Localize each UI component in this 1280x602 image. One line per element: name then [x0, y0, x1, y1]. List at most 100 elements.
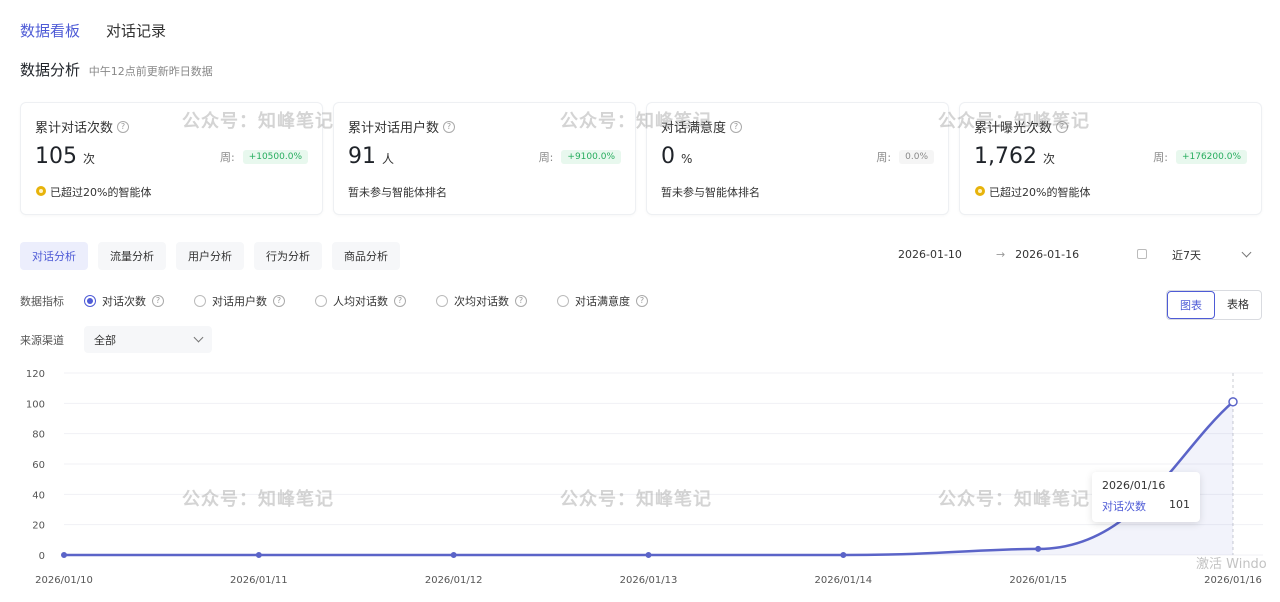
stat-card-satisfaction: 对话满意度? 0% 周: 0.0% 暂未参与智能体排名 [646, 102, 949, 215]
metric-option-users[interactable]: 对话用户数? [194, 293, 285, 309]
subtab-traffic[interactable]: 流量分析 [98, 242, 166, 270]
medal-icon [35, 186, 47, 198]
card-title: 累计对话次数 [35, 121, 114, 136]
conversation-chart: 020406080100120 2026/01/10 2026/01/11 2026… [26, 369, 1263, 586]
subtab-behavior[interactable]: 行为分析 [254, 242, 322, 270]
week-label: 周: [1153, 151, 1168, 164]
source-filter: 来源渠道 全部 [20, 326, 212, 353]
radio-icon[interactable] [194, 295, 206, 307]
tooltip-series-name: 对话次数 [1102, 500, 1146, 513]
range-arrow-icon: → [995, 248, 1006, 261]
data-point[interactable] [1228, 397, 1238, 407]
x-tick-label: 2026/01/12 [425, 575, 483, 586]
date-start[interactable]: 2026-01-10 [898, 248, 962, 261]
radio-selected-icon[interactable] [84, 295, 96, 307]
week-label: 周: [538, 151, 554, 164]
medal-icon [974, 186, 986, 198]
help-icon[interactable]: ? [117, 120, 130, 133]
metric-selector: 数据指标 对话次数? 对话用户数? 人均对话数? 次均对话数? 对话满意度? [20, 293, 678, 309]
help-icon[interactable]: ? [443, 120, 456, 133]
tab-dashboard[interactable]: 数据看板 [20, 20, 80, 47]
y-tick-label: 60 [32, 460, 45, 471]
y-tick-label: 40 [32, 490, 45, 501]
help-icon[interactable]: ? [273, 295, 285, 307]
card-title: 对话满意度 [661, 121, 727, 136]
chevron-down-icon [1241, 247, 1252, 258]
radio-icon[interactable] [557, 295, 569, 307]
stat-card-users: 累计对话用户数? 91 人 周: +9100.0% 暂未参与智能体排名 [333, 102, 636, 215]
card-unit: 次 [83, 152, 96, 166]
tooltip-value: 101 [1169, 498, 1190, 511]
section-title: 数据分析 中午12点前更新昨日数据 [20, 59, 213, 80]
view-table-button[interactable]: 表格 [1215, 291, 1261, 319]
subtab-conversation[interactable]: 对话分析 [20, 242, 88, 270]
section-title-text: 数据分析 [20, 61, 81, 79]
help-icon[interactable]: ? [730, 120, 743, 133]
card-title: 累计曝光次数 [974, 121, 1053, 136]
week-change-badge: +10500.0% [242, 150, 308, 164]
metric-option-label: 对话用户数 [212, 295, 267, 308]
period-select[interactable]: 近7天 [1160, 241, 1262, 268]
view-chart-button[interactable]: 图表 [1167, 291, 1215, 319]
help-icon[interactable]: ? [152, 295, 164, 307]
data-point[interactable] [645, 552, 652, 558]
metric-option-satisfaction[interactable]: 对话满意度? [557, 293, 648, 309]
metric-option-per-user[interactable]: 人均对话数? [315, 293, 406, 309]
metric-option-label: 对话满意度 [575, 295, 630, 308]
source-select[interactable]: 全部 [84, 326, 212, 353]
week-label: 周: [219, 151, 235, 164]
metric-option-per-session[interactable]: 次均对话数? [436, 293, 527, 309]
week-label: 周: [876, 151, 892, 164]
chart-grid [64, 372, 1263, 556]
y-tick-label: 20 [32, 521, 45, 532]
week-change-badge: +176200.0% [1175, 150, 1247, 164]
calendar-icon[interactable] [1137, 249, 1147, 259]
help-icon[interactable]: ? [394, 295, 406, 307]
radio-icon[interactable] [315, 295, 327, 307]
stat-card-conversations: 累计对话次数? 105 次 周: +10500.0% 已超过20%的智能体 [20, 102, 323, 215]
date-range-picker[interactable]: 2026-01-10 → 2026-01-16 [880, 241, 1157, 268]
card-footer: 已超过20%的智能体 [50, 186, 152, 199]
x-tick-label: 2026/01/13 [620, 575, 678, 586]
card-unit: 人 [382, 152, 395, 166]
metric-option-conversations[interactable]: 对话次数? [84, 293, 164, 309]
card-unit: 次 [1042, 152, 1055, 166]
data-point[interactable] [1035, 545, 1042, 552]
tab-chat-records[interactable]: 对话记录 [106, 20, 166, 47]
y-tick-label: 100 [26, 399, 45, 410]
card-value: 105 [35, 144, 77, 169]
source-label: 来源渠道 [20, 333, 64, 347]
subtab-products[interactable]: 商品分析 [332, 242, 400, 270]
section-subtitle: 中午12点前更新昨日数据 [88, 65, 213, 78]
card-footer: 暂未参与智能体排名 [661, 186, 760, 199]
windows-activation-overlay: 激活 Windo [1196, 557, 1267, 572]
metric-option-label: 次均对话数 [454, 295, 509, 308]
y-axis-ticks: 0 20 40 60 80 100 120 [26, 369, 45, 562]
x-tick-label: 2026/01/14 [815, 575, 873, 586]
x-tick-label: 2026/01/11 [230, 575, 288, 586]
card-footer: 暂未参与智能体排名 [348, 186, 447, 199]
source-value: 全部 [94, 333, 116, 347]
chart-tooltip: 2026/01/16 对话次数 101 [1092, 472, 1200, 522]
help-icon[interactable]: ? [515, 295, 527, 307]
help-icon[interactable]: ? [636, 295, 648, 307]
x-axis-ticks: 2026/01/10 2026/01/11 2026/01/12 2026/01/13… [35, 575, 1262, 586]
subtab-users[interactable]: 用户分析 [176, 242, 244, 270]
analysis-tabs: 对话分析 流量分析 用户分析 行为分析 商品分析 [20, 242, 400, 270]
view-toggle: 图表 表格 [1166, 290, 1262, 320]
help-icon[interactable]: ? [1056, 120, 1069, 133]
x-tick-label: 2026/01/10 [35, 575, 93, 586]
card-title: 累计对话用户数 [348, 121, 440, 136]
chevron-down-icon [193, 332, 204, 343]
period-value: 近7天 [1172, 248, 1201, 262]
radio-icon[interactable] [436, 295, 448, 307]
series-area [64, 401, 1233, 555]
data-point[interactable] [255, 552, 262, 558]
metric-option-label: 对话次数 [102, 295, 146, 308]
data-point[interactable] [450, 552, 457, 558]
data-point[interactable] [840, 552, 847, 558]
date-end[interactable]: 2026-01-16 [1015, 248, 1079, 261]
metric-option-label: 人均对话数 [333, 295, 388, 308]
data-point[interactable] [61, 552, 67, 558]
stat-card-exposure: 累计曝光次数? 1,762 次 周: +176200.0% 已超过20%的智能体 [959, 102, 1262, 215]
